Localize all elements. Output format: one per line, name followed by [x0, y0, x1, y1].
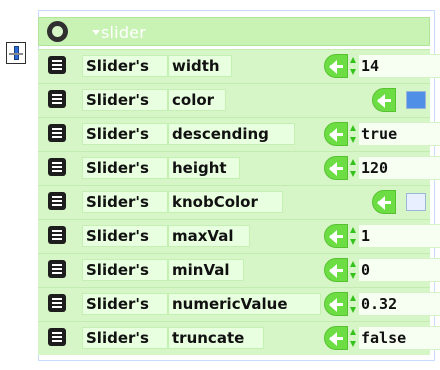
property-value[interactable]: 0: [358, 258, 440, 282]
property-value[interactable]: false: [358, 326, 440, 350]
object-label: Slider's: [82, 327, 168, 349]
updown-stepper-icon[interactable]: [349, 295, 357, 313]
property-label: height: [168, 157, 240, 179]
left-arrow-icon[interactable]: [324, 54, 348, 78]
stepper-down-icon[interactable]: [350, 171, 356, 177]
stepper-down-icon[interactable]: [350, 137, 356, 143]
object-label: Slider's: [82, 293, 168, 315]
doc-icon[interactable]: [48, 124, 66, 142]
stepper-up-icon[interactable]: [350, 57, 356, 63]
property-row[interactable]: Slider's width 14: [38, 49, 440, 83]
object-label: Slider's: [82, 259, 168, 281]
doc-icon[interactable]: [48, 226, 66, 244]
collapse-handle-bar: [9, 53, 23, 55]
property-label: maxVal: [168, 225, 250, 247]
updown-stepper-icon[interactable]: [349, 57, 357, 75]
property-label: color: [168, 89, 226, 111]
doc-icon[interactable]: [48, 56, 66, 74]
collapse-handle-icon[interactable]: [6, 42, 26, 64]
property-row[interactable]: Slider's numericValue 0.32: [38, 287, 440, 321]
color-swatch[interactable]: [406, 193, 426, 211]
property-row[interactable]: Slider's maxVal 1: [38, 219, 440, 253]
dropdown-triangle-icon[interactable]: [92, 30, 100, 35]
left-arrow-icon[interactable]: [324, 258, 348, 282]
left-arrow-icon[interactable]: [324, 326, 348, 350]
doc-icon[interactable]: [48, 158, 66, 176]
stepper-up-icon[interactable]: [350, 261, 356, 267]
stepper-down-icon[interactable]: [350, 69, 356, 75]
property-setter[interactable]: [372, 88, 428, 112]
property-value[interactable]: 14: [358, 54, 440, 78]
property-setter[interactable]: true: [324, 122, 440, 146]
property-setter[interactable]: 1: [324, 224, 440, 248]
left-arrow-icon[interactable]: [324, 122, 348, 146]
property-row[interactable]: Slider's knobColor: [38, 185, 430, 219]
updown-stepper-icon[interactable]: [349, 227, 357, 245]
object-label: Slider's: [82, 191, 168, 213]
stepper-down-icon[interactable]: [350, 341, 356, 347]
left-arrow-icon[interactable]: [372, 190, 396, 214]
updown-stepper-icon[interactable]: [349, 125, 357, 143]
gear-icon[interactable]: [47, 21, 68, 42]
left-arrow-icon[interactable]: [324, 156, 348, 180]
doc-icon[interactable]: [48, 294, 66, 312]
stepper-down-icon[interactable]: [350, 239, 356, 245]
property-value[interactable]: true: [358, 122, 440, 146]
updown-stepper-icon[interactable]: [349, 261, 357, 279]
doc-icon[interactable]: [48, 260, 66, 278]
updown-stepper-icon[interactable]: [349, 329, 357, 347]
doc-icon[interactable]: [48, 328, 66, 346]
object-label: Slider's: [82, 89, 168, 111]
property-row[interactable]: Slider's minVal 0: [38, 253, 440, 287]
property-row[interactable]: Slider's truncate false: [38, 321, 440, 355]
property-row[interactable]: Slider's descending true: [38, 117, 440, 151]
property-label: width: [168, 55, 232, 77]
left-arrow-icon[interactable]: [372, 88, 396, 112]
property-setter[interactable]: [372, 190, 428, 214]
object-label: Slider's: [82, 225, 168, 247]
property-row[interactable]: Slider's height 120: [38, 151, 440, 185]
property-setter[interactable]: 120: [324, 156, 440, 180]
property-label: truncate: [168, 327, 264, 349]
property-label: knobColor: [168, 191, 283, 213]
object-label: Slider's: [82, 157, 168, 179]
property-value[interactable]: 1: [358, 224, 440, 248]
property-setter[interactable]: 14: [324, 54, 440, 78]
header-end: [407, 24, 423, 40]
block-header[interactable]: slider: [38, 17, 430, 46]
doc-icon[interactable]: [48, 90, 66, 108]
property-setter[interactable]: 0.32: [324, 292, 440, 316]
object-label: Slider's: [82, 55, 168, 77]
gear-icon-core: [52, 26, 63, 37]
doc-icon[interactable]: [48, 192, 66, 210]
property-value[interactable]: 0.32: [358, 292, 440, 316]
property-setter[interactable]: false: [324, 326, 440, 350]
property-setter[interactable]: 0: [324, 258, 440, 282]
stepper-up-icon[interactable]: [350, 295, 356, 301]
color-swatch[interactable]: [406, 91, 426, 109]
stepper-up-icon[interactable]: [350, 159, 356, 165]
updown-stepper-icon[interactable]: [349, 159, 357, 177]
property-label: descending: [168, 123, 295, 145]
left-arrow-icon[interactable]: [324, 292, 348, 316]
object-label: Slider's: [82, 123, 168, 145]
property-label: minVal: [168, 259, 244, 281]
stepper-down-icon[interactable]: [350, 273, 356, 279]
left-arrow-icon[interactable]: [324, 224, 348, 248]
property-value[interactable]: 120: [358, 156, 440, 180]
stepper-down-icon[interactable]: [350, 307, 356, 313]
stepper-up-icon[interactable]: [350, 227, 356, 233]
stepper-up-icon[interactable]: [350, 125, 356, 131]
property-label: numericValue: [168, 293, 321, 315]
stepper-up-icon[interactable]: [350, 329, 356, 335]
block-name: slider: [101, 23, 147, 42]
property-row[interactable]: Slider's color: [38, 83, 430, 117]
